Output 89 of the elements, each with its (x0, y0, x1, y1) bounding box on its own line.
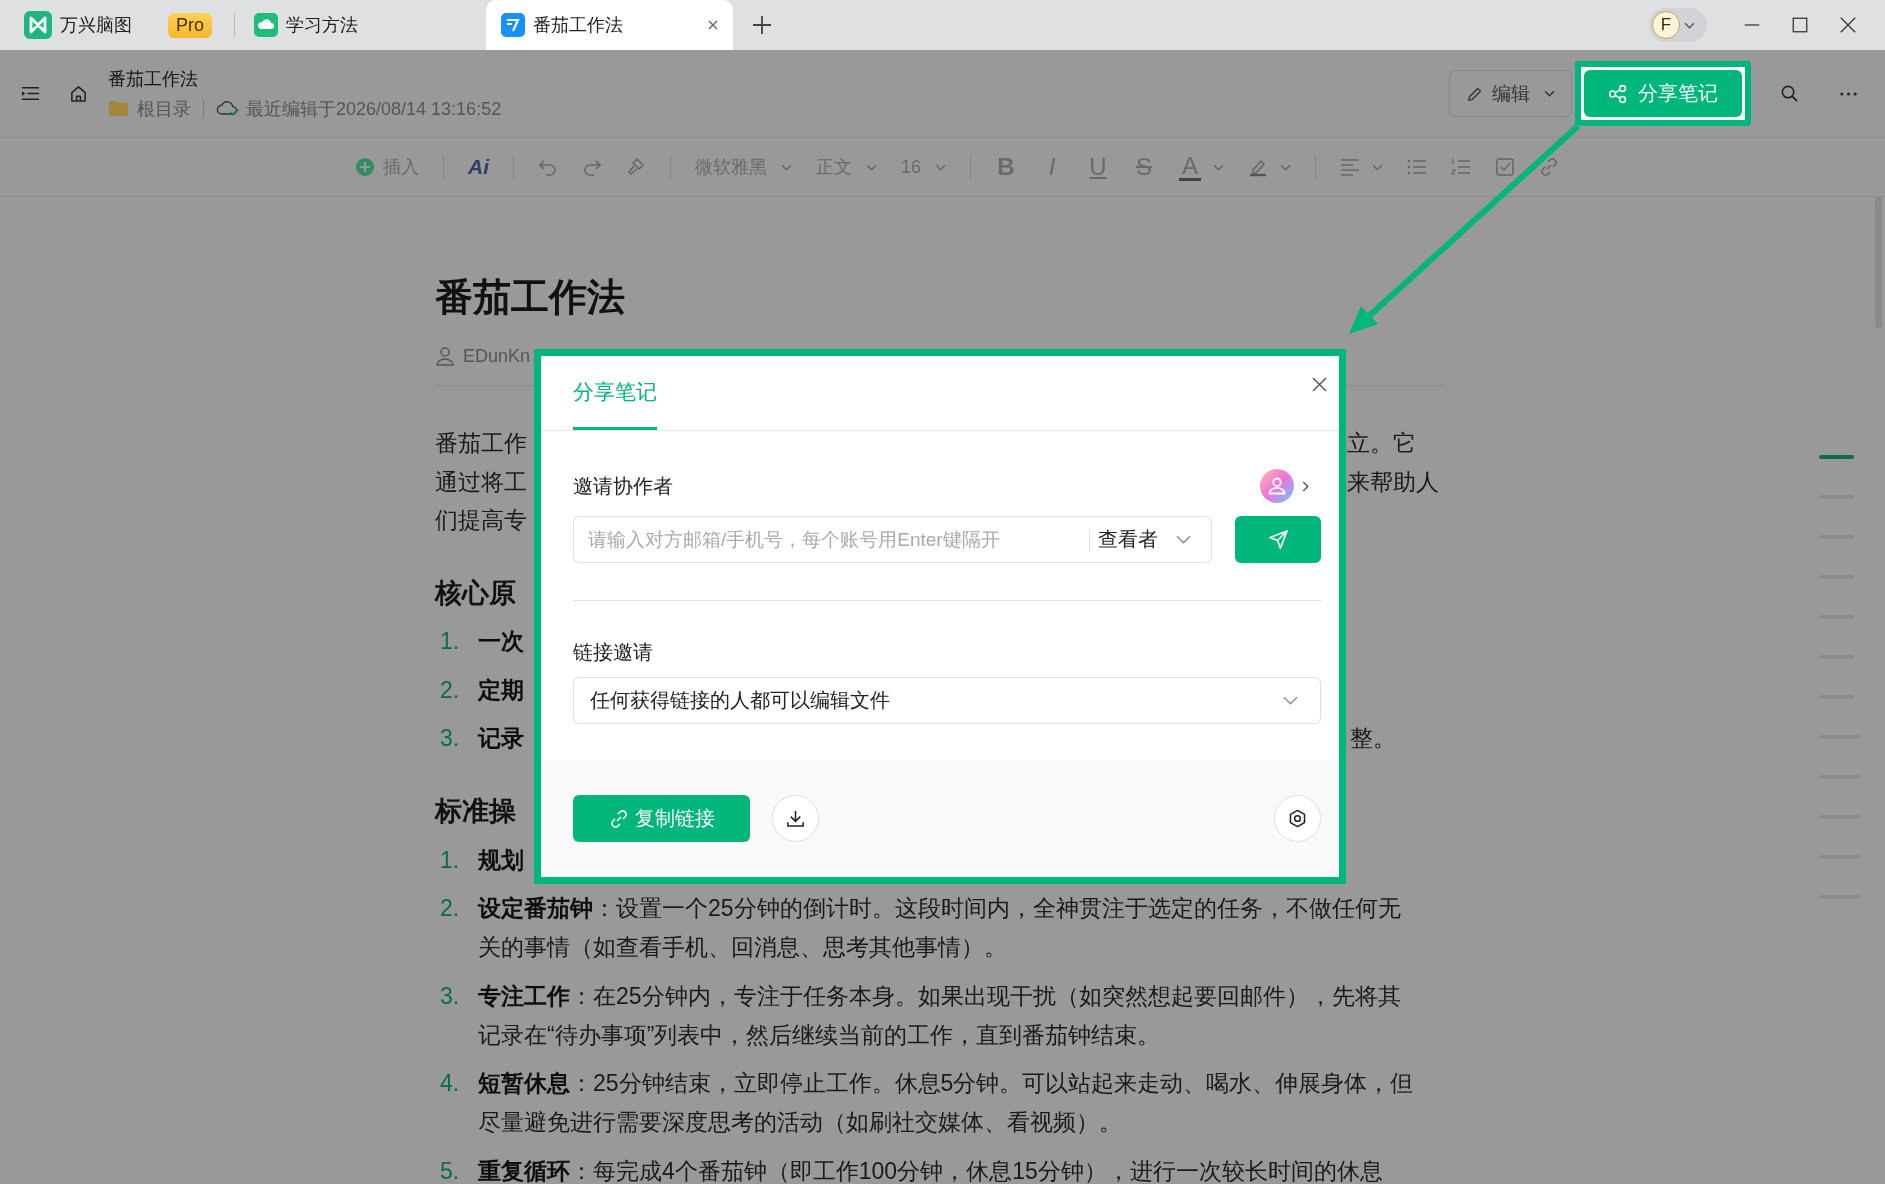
list-number: 3. (439, 724, 460, 753)
person-icon (435, 346, 455, 366)
settings-icon (1288, 809, 1307, 828)
caret-icon (1684, 21, 1695, 29)
share-icon (1608, 83, 1628, 104)
cloud-icon (254, 13, 278, 37)
collaborators-button[interactable] (1260, 469, 1309, 503)
undo-icon[interactable] (538, 157, 558, 177)
list-item-text: 专注工作：在25分钟内，专注于任务本身。如果出现干扰（如突然想起要回邮件），先将其记录在“待办事项”列表中，然后继续当前的工作，直到番茄钟结束。 (478, 981, 1402, 1050)
chevron-down-icon (1283, 696, 1298, 705)
folder-link[interactable]: 根目录 (137, 96, 191, 121)
link-icon[interactable] (1539, 157, 1560, 177)
caret-icon[interactable] (1213, 163, 1225, 171)
plus-circle-icon (355, 157, 375, 177)
ai-button[interactable]: Ai (468, 155, 489, 179)
caret-icon[interactable] (1280, 163, 1292, 171)
list-number: 2. (439, 675, 460, 705)
document-title: 番茄工作法 (435, 275, 625, 320)
caret-icon (866, 163, 877, 171)
section-label: 邀请协作者 (573, 473, 673, 499)
last-edited-text: 最近编辑于2026/08/14 13:16:52 (246, 97, 502, 121)
section-heading: 核心原 (435, 576, 516, 610)
send-button[interactable] (1235, 516, 1321, 563)
new-tab-icon[interactable] (752, 15, 772, 35)
section-heading: 标准操 (435, 795, 516, 828)
paragraph-text: 通过将工 (435, 467, 527, 497)
caret-icon (935, 163, 947, 171)
edit-button[interactable]: 编辑 (1449, 70, 1572, 117)
maximize-icon[interactable] (1791, 16, 1809, 34)
more-icon[interactable] (1839, 90, 1858, 97)
list-item-text: 设定番茄钟：设置一个25分钟的倒计时。这段时间内，全神贯注于选定的任务，不做任何无关的事情（如查看手机、回消息、思考其他事情）。 (478, 894, 1402, 962)
download-button[interactable] (772, 795, 819, 842)
list-item-text: 规划 (478, 845, 524, 875)
close-icon[interactable] (1312, 377, 1327, 392)
account-menu[interactable]: F (1649, 8, 1707, 42)
home-icon[interactable] (69, 84, 88, 103)
list-number: 4. (439, 1069, 460, 1098)
caret-icon (1544, 90, 1555, 97)
author-name: EDunKn (463, 345, 531, 367)
logo-icon (24, 11, 52, 39)
format-painter-icon[interactable] (626, 157, 646, 177)
account-avatar: F (1652, 11, 1680, 39)
caret-icon[interactable] (1372, 163, 1384, 171)
list-item-text: 重复循环：每完成4个番茄钟（即工作100分钟，休息15分钟），进行一次较长时间的休息 (478, 1156, 1383, 1184)
avatar-icon (1260, 469, 1294, 503)
paragraph-text: 番茄工作 (435, 429, 527, 458)
list-item-text: 记录 (478, 724, 524, 753)
align-icon[interactable] (1340, 157, 1361, 177)
redo-icon[interactable] (582, 157, 602, 177)
tab[interactable]: 番茄工作法 (486, 0, 733, 50)
download-icon (786, 809, 805, 828)
folder-icon (108, 100, 129, 117)
list-item-text: 一次 (478, 627, 524, 656)
cloud-saved-icon (216, 100, 240, 117)
chevron-right-icon (1302, 480, 1309, 492)
permission-dropdown[interactable]: 任何获得链接的人都可以编辑文件 (573, 677, 1321, 724)
send-icon (1267, 529, 1289, 550)
highlighter-icon[interactable] (1248, 157, 1269, 177)
checkbox-icon[interactable] (1495, 157, 1516, 177)
close-tab-icon[interactable] (707, 19, 719, 31)
menu-icon[interactable] (21, 84, 40, 103)
list-item-text: 短暂休息：25分钟结束，立即停止工作。休息5分钟。可以站起来走动、喝水、伸展身体，但尽量避免进行需要深度思考的活动（如刷社交媒体、看视频）。 (478, 1069, 1415, 1137)
list-number: 2. (439, 894, 460, 923)
list-number: 3. (439, 981, 460, 1011)
share-button[interactable]: 分享笔记 (1584, 70, 1742, 117)
section-label: 链接邀请 (573, 640, 653, 665)
tab[interactable]: 万兴脑图 Pro (0, 0, 234, 50)
numbered-list-icon[interactable] (1451, 157, 1472, 177)
tab[interactable]: 学习方法 (235, 0, 486, 50)
dialog-tab[interactable]: 分享笔记 (573, 356, 657, 430)
note-title: 番茄工作法 (108, 67, 198, 91)
list-item-text: 定期 (478, 675, 524, 705)
paragraph-text: 们提高专 (435, 507, 527, 533)
paragraph-text: 立。它 (1347, 429, 1416, 458)
list-number: 5. (439, 1156, 460, 1184)
link-icon (608, 808, 629, 829)
caret-icon (781, 163, 792, 171)
outline-marker[interactable] (1819, 455, 1854, 459)
copy-link-button[interactable]: 复制链接 (573, 795, 750, 842)
settings-button[interactable] (1274, 795, 1321, 842)
list-item-text: 整。 (1350, 724, 1396, 753)
paragraph-text: 来帮助人 (1347, 467, 1439, 497)
search-icon[interactable] (1780, 84, 1799, 103)
close-icon[interactable] (1839, 16, 1857, 34)
list-number: 1. (439, 627, 460, 656)
pro-badge[interactable]: Pro (168, 12, 212, 38)
list-number: 1. (439, 845, 460, 875)
bullet-list-icon[interactable] (1407, 157, 1428, 177)
note-icon (501, 13, 525, 37)
